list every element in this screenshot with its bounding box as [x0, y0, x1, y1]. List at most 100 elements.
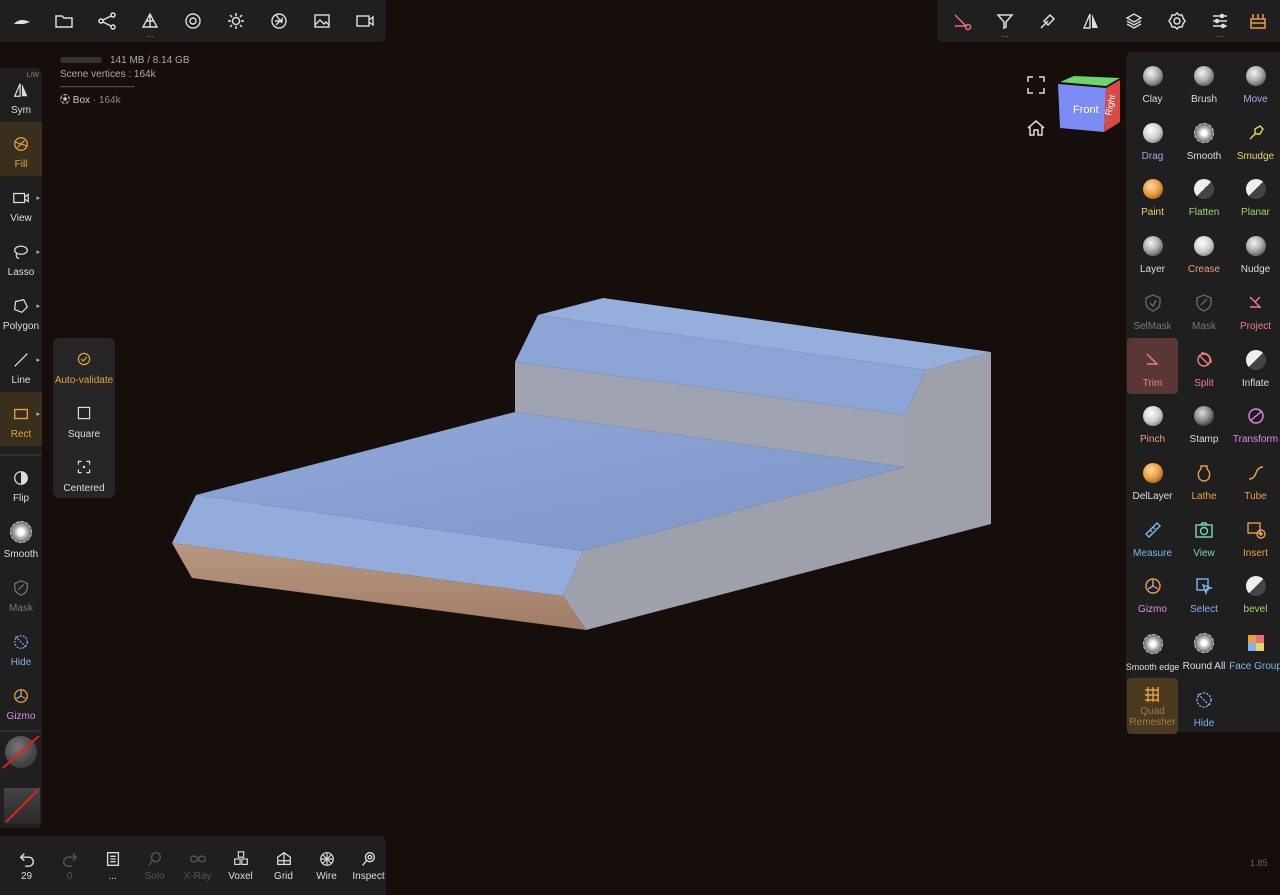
- option-centered-label: Centered: [63, 483, 105, 494]
- object-row[interactable]: ⚽︎ Box · 164k: [60, 94, 190, 108]
- settings-gear-icon[interactable]: [1157, 0, 1197, 42]
- history-button[interactable]: ...: [91, 836, 134, 895]
- tool-split[interactable]: Split: [1179, 338, 1230, 394]
- tool-gizmo[interactable]: Gizmo: [0, 674, 42, 728]
- tool-polygon[interactable]: ▸ Polygon: [0, 284, 42, 338]
- tool-rect[interactable]: ▸ Rect: [0, 392, 42, 446]
- tool-round-all[interactable]: Round All: [1179, 621, 1230, 677]
- bottom-toolbar: 29 0 ... Solo X-Ray Voxel Grid Wire Insp…: [0, 836, 386, 895]
- fullscreen-icon[interactable]: [1026, 75, 1046, 95]
- tool-line[interactable]: ▸ Line: [0, 338, 42, 392]
- tool-project[interactable]: Project: [1230, 281, 1280, 337]
- tool-bevel[interactable]: bevel: [1230, 564, 1280, 620]
- cube-top-face[interactable]: [1060, 76, 1120, 86]
- topology-icon[interactable]: ...: [130, 0, 170, 42]
- tool-lathe[interactable]: Lathe: [1179, 451, 1230, 507]
- wire-button[interactable]: Wire: [305, 836, 348, 895]
- tool-smooth[interactable]: Smooth: [0, 510, 42, 566]
- tool-sym-label: Sym: [11, 105, 31, 116]
- tool-view[interactable]: View: [1179, 508, 1230, 564]
- scene-vertices-text: Scene vertices : 164k: [60, 69, 156, 80]
- layers-icon[interactable]: [1114, 0, 1154, 42]
- tool-face-group[interactable]: Face Group: [1229, 621, 1280, 677]
- inspect-button[interactable]: Inspect: [347, 836, 390, 895]
- tool-lasso[interactable]: ▸ Lasso: [0, 230, 42, 284]
- tool-mask[interactable]: Mask: [0, 566, 42, 620]
- tool-brush[interactable]: Brush: [1179, 54, 1230, 110]
- tool-inflate[interactable]: Inflate: [1230, 338, 1280, 394]
- tool-selmask[interactable]: SelMask: [1127, 281, 1178, 337]
- solo-search-icon: [147, 851, 161, 866]
- tool-polygon-arrow: ▸: [36, 303, 40, 310]
- home-view-icon[interactable]: [1026, 118, 1046, 138]
- tool-label: DelLayer: [1132, 490, 1173, 502]
- tool-smooth[interactable]: Smooth: [1179, 111, 1230, 167]
- tool-insert[interactable]: Insert: [1230, 508, 1280, 564]
- trim-tool-icon[interactable]: [942, 0, 982, 42]
- material-icon[interactable]: [173, 0, 213, 42]
- material-swatch[interactable]: [2, 735, 40, 769]
- tool-clay[interactable]: Clay: [1127, 54, 1178, 110]
- tool-trim[interactable]: Trim: [1127, 337, 1178, 394]
- voxel-button[interactable]: Voxel: [219, 836, 262, 895]
- option-centered[interactable]: Centered: [53, 446, 115, 500]
- xray-label: X-Ray: [183, 870, 212, 882]
- tool-tube[interactable]: Tube: [1230, 451, 1280, 507]
- tool-sym[interactable]: L/W Sym: [0, 68, 42, 122]
- solo-button[interactable]: Solo: [133, 836, 176, 895]
- redo-icon: [62, 852, 77, 867]
- navigation-cube[interactable]: Front Right: [1056, 74, 1122, 134]
- sliders-icon[interactable]: ...: [1200, 0, 1240, 42]
- tool-nudge[interactable]: Nudge: [1230, 224, 1280, 280]
- tool-paint[interactable]: Paint: [1127, 167, 1178, 223]
- redo-button[interactable]: 0: [48, 836, 91, 895]
- solo-label: Solo: [144, 870, 165, 882]
- tool-pinch[interactable]: Pinch: [1127, 394, 1178, 450]
- folder-icon[interactable]: [44, 0, 84, 42]
- tool-flip[interactable]: Flip: [0, 456, 42, 510]
- symmetry-icon[interactable]: [1071, 0, 1111, 42]
- undo-button[interactable]: 29: [5, 836, 48, 895]
- tool-label: Trim: [1142, 377, 1163, 389]
- tool-smudge[interactable]: Smudge: [1230, 111, 1280, 167]
- video-icon[interactable]: [345, 0, 385, 42]
- picker-icon[interactable]: [1028, 0, 1068, 42]
- mesh-box[interactable]: [172, 298, 991, 630]
- tool-quad-remesher[interactable]: Quad Remesher: [1127, 677, 1178, 734]
- tool-label: Tube: [1244, 490, 1267, 502]
- tool-hide[interactable]: Hide: [1179, 678, 1230, 734]
- tool-label: Pinch: [1139, 434, 1165, 446]
- tool-hide[interactable]: Hide: [0, 620, 42, 674]
- filter-icon[interactable]: ...: [985, 0, 1025, 42]
- option-square[interactable]: Square: [53, 392, 115, 446]
- tool-view[interactable]: ▸ View: [0, 176, 42, 230]
- tool-select[interactable]: Select: [1179, 564, 1230, 620]
- tool-move[interactable]: Move: [1230, 54, 1280, 110]
- no-material-slash-icon: [2, 735, 40, 769]
- xray-button[interactable]: X-Ray: [176, 836, 219, 895]
- tool-gizmo[interactable]: Gizmo: [1127, 564, 1178, 620]
- tool-crease[interactable]: Crease: [1179, 224, 1230, 280]
- tool-measure[interactable]: Measure: [1127, 508, 1178, 564]
- tool-drag[interactable]: Drag: [1127, 111, 1178, 167]
- tool-stamp[interactable]: Stamp: [1179, 394, 1230, 450]
- tool-fill[interactable]: Fill: [0, 122, 42, 176]
- image-icon[interactable]: [302, 0, 342, 42]
- tool-line-label: Line: [11, 375, 31, 386]
- alpha-swatch[interactable]: [4, 788, 40, 824]
- tool-dellayer[interactable]: DelLayer: [1127, 451, 1178, 507]
- tool-smooth-edge[interactable]: Smooth edge: [1126, 621, 1179, 677]
- tools-panel-icon[interactable]: [1238, 0, 1278, 42]
- light-icon[interactable]: [216, 0, 256, 42]
- viewport-canvas[interactable]: [0, 0, 1280, 895]
- option-auto-validate[interactable]: Auto-validate: [53, 338, 115, 392]
- tool-transform[interactable]: Transform: [1230, 394, 1280, 450]
- tool-mask[interactable]: Mask: [1179, 281, 1230, 337]
- camera-lens-icon[interactable]: [259, 0, 299, 42]
- app-logo-icon[interactable]: [2, 0, 42, 42]
- scene-graph-icon[interactable]: [87, 0, 127, 42]
- tool-flatten[interactable]: Flatten: [1179, 167, 1230, 223]
- grid-button[interactable]: Grid: [262, 836, 305, 895]
- tool-layer[interactable]: Layer: [1127, 224, 1178, 280]
- tool-planar[interactable]: Planar: [1230, 167, 1280, 223]
